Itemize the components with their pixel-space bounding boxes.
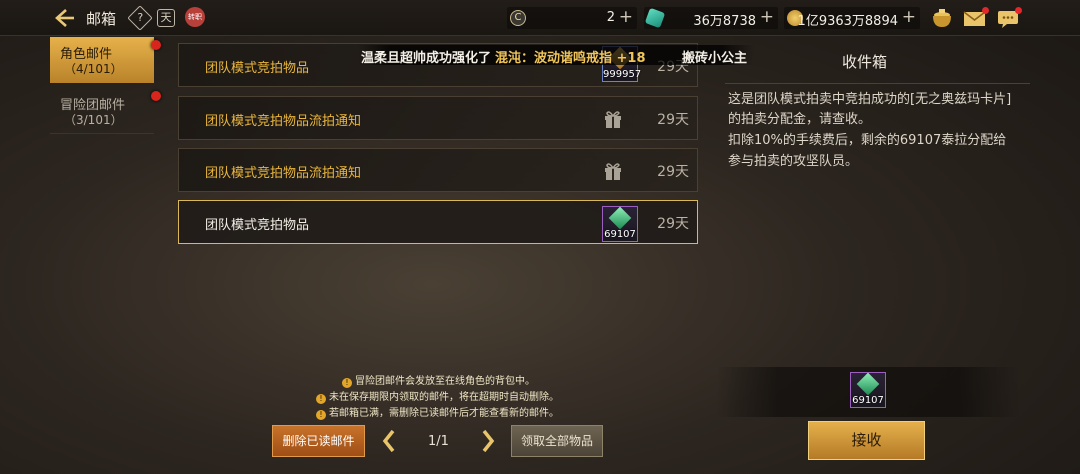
- page-title: 邮箱: [86, 10, 117, 28]
- mail-expiry: 29天: [657, 164, 689, 180]
- mail-title: 团队模式竞拍物品: [205, 218, 310, 233]
- detail-line: 这是团队模式拍卖中竞拍成功的[无之奥兹玛卡片]: [728, 92, 1012, 107]
- add-currency-button[interactable]: +: [902, 7, 916, 27]
- page-indicator: 1/1: [428, 434, 449, 449]
- broadcast-user: 搬砖小公主: [682, 51, 748, 66]
- currency-value: 1亿9363万8894: [797, 14, 898, 29]
- help-icon[interactable]: ?: [127, 5, 153, 31]
- mail-item-selected[interactable]: 团队模式竞拍物品 69107 29天: [178, 200, 698, 244]
- prev-page-icon[interactable]: [381, 428, 397, 454]
- add-currency-button[interactable]: +: [619, 7, 633, 27]
- mail-expiry: 29天: [657, 112, 689, 128]
- currency-value: 2: [606, 10, 615, 25]
- calendar-icon[interactable]: 天: [157, 9, 175, 27]
- broadcast-item: 混沌：波动谐鸣戒指 +18: [495, 51, 646, 66]
- info-icon: !: [316, 410, 326, 420]
- item-quantity: 69107: [852, 395, 884, 406]
- detail-line: 参与拍卖的攻坚队员。: [728, 154, 859, 169]
- mail-item[interactable]: 团队模式竞拍物品流拍通知 29天: [178, 96, 698, 140]
- tab-count: （3/101）: [64, 113, 123, 127]
- mail-notification-dot: [982, 7, 989, 14]
- tab-character-mail[interactable]: 角色邮件 （4/101）: [50, 37, 161, 83]
- info-icon: !: [316, 394, 326, 404]
- detail-heading: 收件箱: [842, 53, 888, 71]
- mail-title: 团队模式竞拍物品流拍通知: [205, 166, 362, 181]
- item-quantity: 69107: [604, 229, 636, 240]
- chat-notification-dot: [1015, 7, 1022, 14]
- mail-attachment-item: 69107: [602, 206, 638, 242]
- currency-gold: 1亿9363万8894 +: [784, 7, 920, 29]
- notice: ! 冒险团邮件会发放至在线角色的背包中。: [342, 372, 535, 388]
- item-quantity: 999957: [603, 69, 642, 80]
- crystal-icon: [644, 7, 666, 29]
- currency-value: 36万8738: [693, 14, 756, 29]
- gem-item-icon: [856, 372, 880, 396]
- c-coin-icon: C: [510, 10, 526, 26]
- broadcast-banner: 温柔且超帅成功强化了 混沌：波动谐鸣戒指 +18 搬砖小公主: [358, 45, 754, 66]
- receive-button[interactable]: 接收: [808, 421, 925, 460]
- gift-icon: [605, 163, 621, 180]
- delete-read-mail-button[interactable]: 删除已读邮件: [272, 425, 365, 457]
- tab-count: （4/101）: [64, 62, 123, 76]
- gift-icon: [605, 111, 621, 128]
- mail-title: 团队模式竞拍物品: [205, 61, 310, 76]
- treasure-pot-icon[interactable]: [929, 7, 955, 29]
- mail-item[interactable]: 团队模式竞拍物品流拍通知 29天: [178, 148, 698, 192]
- mail-title: 团队模式竞拍物品流拍通知: [205, 114, 362, 129]
- notice: ! 若邮箱已满，需删除已读邮件后才能查看新的邮件。: [316, 404, 559, 420]
- next-page-icon[interactable]: [480, 428, 496, 454]
- currency-crystal: 36万8738 +: [644, 7, 778, 29]
- detail-line: 扣除10%的手续费后，剩余的69107泰拉分配给: [728, 133, 1007, 148]
- mail-expiry: 29天: [657, 216, 689, 232]
- notice: ! 未在保存期限内领取的邮件，将在超期时自动删除。: [316, 388, 559, 404]
- claim-all-button[interactable]: 领取全部物品: [511, 425, 603, 457]
- divider: [725, 83, 1030, 84]
- attachment-bar: 69107: [716, 367, 1020, 417]
- attachment-item[interactable]: 69107: [850, 372, 886, 408]
- add-currency-button[interactable]: +: [760, 7, 774, 27]
- back-arrow-icon[interactable]: [54, 7, 76, 29]
- gem-item-icon: [608, 206, 632, 230]
- top-bar: 邮箱 ? 天 转职 C 2 + 36万8738 + 1亿9363万8894 +: [0, 0, 1080, 36]
- detail-line: 的拍卖分配金，请查收。: [728, 112, 872, 127]
- tab-adventure-team-mail[interactable]: 冒险团邮件 （3/101）: [50, 88, 161, 134]
- unread-dot: [151, 91, 161, 101]
- class-badge-icon[interactable]: 转职: [185, 7, 205, 27]
- currency-c: C 2 +: [507, 7, 637, 29]
- unread-dot: [151, 40, 161, 50]
- broadcast-prefix: 温柔且超帅成功强化了: [361, 51, 492, 66]
- info-icon: !: [342, 378, 352, 388]
